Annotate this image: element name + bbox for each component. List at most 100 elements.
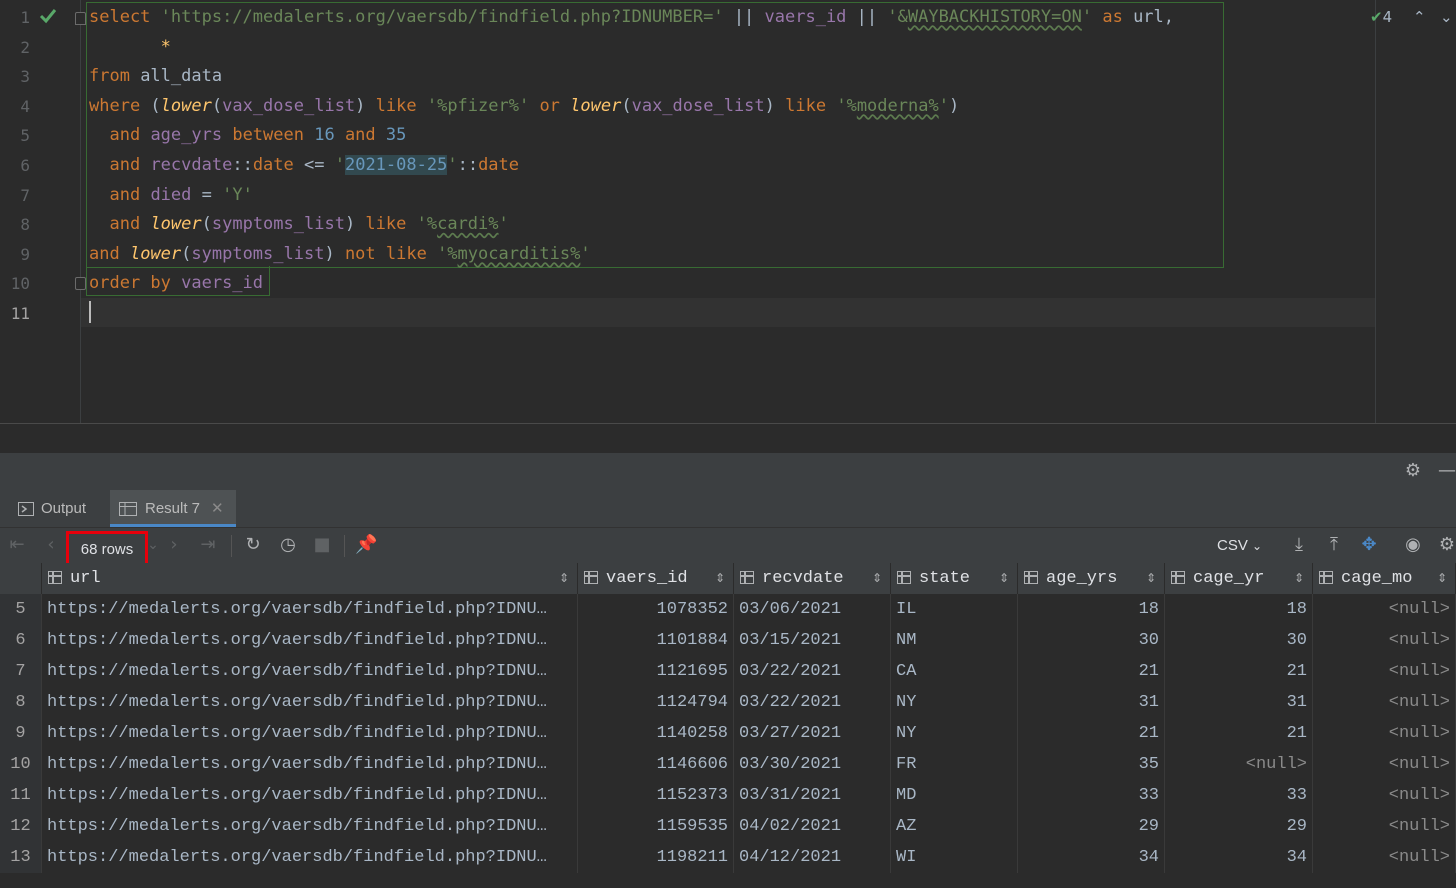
table-cell[interactable]: 35 bbox=[1018, 749, 1165, 780]
table-cell[interactable]: https://medalerts.org/vaersdb/findfield.… bbox=[42, 625, 578, 656]
pin-icon[interactable]: 📌 bbox=[355, 534, 377, 556]
table-row[interactable]: 10 https://medalerts.org/vaersdb/findfiel… bbox=[0, 749, 1456, 780]
table-cell[interactable]: 18 bbox=[1165, 594, 1313, 625]
table-cell[interactable]: 03/15/2021 bbox=[734, 625, 891, 656]
table-cell[interactable]: <null> bbox=[1313, 594, 1456, 625]
chevron-down-icon[interactable]: ⌄ bbox=[1440, 8, 1453, 26]
table-cell[interactable]: 04/12/2021 bbox=[734, 842, 891, 873]
table-cell[interactable]: <null> bbox=[1313, 749, 1456, 780]
table-cell[interactable]: 03/30/2021 bbox=[734, 749, 891, 780]
tab-result-7[interactable]: Result 7 ✕ bbox=[110, 490, 236, 527]
table-cell[interactable]: CA bbox=[891, 656, 1018, 687]
table-cell[interactable]: https://medalerts.org/vaersdb/findfield.… bbox=[42, 687, 578, 718]
inspections-widget[interactable]: ✔4 bbox=[1370, 8, 1392, 26]
last-page-icon[interactable]: ⇥ bbox=[197, 534, 219, 556]
table-cell[interactable]: https://medalerts.org/vaersdb/findfield.… bbox=[42, 594, 578, 625]
table-cell[interactable]: 1124794 bbox=[578, 687, 734, 718]
table-cell[interactable]: NM bbox=[891, 625, 1018, 656]
chevron-down-icon[interactable]: ⌄ bbox=[142, 534, 164, 556]
table-cell[interactable]: 03/27/2021 bbox=[734, 718, 891, 749]
table-cell[interactable]: MD bbox=[891, 780, 1018, 811]
table-cell[interactable]: <null> bbox=[1313, 811, 1456, 842]
table-row[interactable]: 8 https://medalerts.org/vaersdb/findfield… bbox=[0, 687, 1456, 718]
table-row[interactable]: 11 https://medalerts.org/vaersdb/findfiel… bbox=[0, 780, 1456, 811]
table-cell[interactable]: 1101884 bbox=[578, 625, 734, 656]
table-cell[interactable]: 29 bbox=[1165, 811, 1313, 842]
chevron-up-icon[interactable]: ⌃ bbox=[1413, 8, 1426, 26]
close-icon[interactable]: ✕ bbox=[211, 490, 224, 527]
table-row[interactable]: 12 https://medalerts.org/vaersdb/findfiel… bbox=[0, 811, 1456, 842]
table-cell[interactable]: 31 bbox=[1165, 687, 1313, 718]
table-cell[interactable]: AZ bbox=[891, 811, 1018, 842]
table-cell[interactable]: 29 bbox=[1018, 811, 1165, 842]
table-cell[interactable]: <null> bbox=[1165, 749, 1313, 780]
history-icon[interactable]: ◷ bbox=[277, 534, 299, 556]
table-cell[interactable]: 34 bbox=[1018, 842, 1165, 873]
table-cell[interactable]: WI bbox=[891, 842, 1018, 873]
previous-page-icon[interactable]: ‹ bbox=[40, 534, 62, 556]
table-cell[interactable]: IL bbox=[891, 594, 1018, 625]
eye-icon[interactable]: ◉ bbox=[1402, 534, 1424, 556]
table-cell[interactable]: 1140258 bbox=[578, 718, 734, 749]
table-cell[interactable]: https://medalerts.org/vaersdb/findfield.… bbox=[42, 780, 578, 811]
table-cell[interactable]: https://medalerts.org/vaersdb/findfield.… bbox=[42, 811, 578, 842]
first-page-icon[interactable]: ⇤ bbox=[6, 534, 28, 556]
result-grid[interactable]: url ⇕ vaers_id ⇕ recvdate ⇕ state ⇕ age_yrs ⇕ cage… bbox=[0, 563, 1456, 888]
table-row[interactable]: 13 https://medalerts.org/vaersdb/findfiel… bbox=[0, 842, 1456, 873]
table-cell[interactable]: 31 bbox=[1018, 687, 1165, 718]
tab-output[interactable]: Output bbox=[10, 490, 100, 527]
table-cell[interactable]: <null> bbox=[1313, 656, 1456, 687]
table-cell[interactable]: 03/22/2021 bbox=[734, 687, 891, 718]
refresh-icon[interactable]: ↻ bbox=[242, 534, 264, 556]
table-cell[interactable]: <null> bbox=[1313, 687, 1456, 718]
table-cell[interactable]: 1146606 bbox=[578, 749, 734, 780]
table-cell[interactable]: 34 bbox=[1165, 842, 1313, 873]
table-cell[interactable]: 04/02/2021 bbox=[734, 811, 891, 842]
table-cell[interactable]: 33 bbox=[1018, 780, 1165, 811]
export-format-select[interactable]: CSV ⌄ bbox=[1217, 528, 1262, 564]
table-cell[interactable]: 21 bbox=[1018, 718, 1165, 749]
table-cell[interactable]: 21 bbox=[1165, 656, 1313, 687]
stop-icon[interactable]: ■ bbox=[311, 534, 333, 556]
sql-editor[interactable]: 1 2 3 4 5 6 7 8 9 10 11 select 'https://medalerts.… bbox=[0, 0, 1456, 423]
table-cell[interactable]: NY bbox=[891, 687, 1018, 718]
table-cell[interactable]: 03/22/2021 bbox=[734, 656, 891, 687]
fold-marker-icon[interactable] bbox=[75, 12, 86, 25]
table-cell[interactable]: 21 bbox=[1165, 718, 1313, 749]
gear-icon[interactable]: ⚙ bbox=[1402, 460, 1424, 482]
table-cell[interactable]: 30 bbox=[1165, 625, 1313, 656]
table-cell[interactable]: NY bbox=[891, 718, 1018, 749]
table-cell[interactable]: 03/31/2021 bbox=[734, 780, 891, 811]
table-cell[interactable]: 30 bbox=[1018, 625, 1165, 656]
table-cell[interactable]: <null> bbox=[1313, 780, 1456, 811]
table-cell[interactable]: 1198211 bbox=[578, 842, 734, 873]
table-cell[interactable]: <null> bbox=[1313, 625, 1456, 656]
fold-marker-icon[interactable] bbox=[75, 277, 86, 290]
table-row[interactable]: 5 https://medalerts.org/vaersdb/findfield… bbox=[0, 594, 1456, 625]
table-cell[interactable]: 21 bbox=[1018, 656, 1165, 687]
compare-icon[interactable]: ✥ bbox=[1358, 534, 1380, 556]
minimize-icon[interactable]: — bbox=[1436, 460, 1456, 482]
panel-divider[interactable] bbox=[0, 423, 1456, 454]
settings-icon[interactable]: ⚙ bbox=[1436, 534, 1456, 556]
table-cell[interactable]: 03/06/2021 bbox=[734, 594, 891, 625]
table-cell[interactable]: 33 bbox=[1165, 780, 1313, 811]
table-cell[interactable]: https://medalerts.org/vaersdb/findfield.… bbox=[42, 718, 578, 749]
table-cell[interactable]: 1078352 bbox=[578, 594, 734, 625]
next-page-icon[interactable]: › bbox=[163, 534, 185, 556]
upload-icon[interactable]: ⤒ bbox=[1323, 534, 1345, 556]
table-row[interactable]: 9 https://medalerts.org/vaersdb/findfield… bbox=[0, 718, 1456, 749]
table-cell[interactable]: <null> bbox=[1313, 718, 1456, 749]
table-cell[interactable]: 1152373 bbox=[578, 780, 734, 811]
table-cell[interactable]: <null> bbox=[1313, 842, 1456, 873]
table-cell[interactable]: https://medalerts.org/vaersdb/findfield.… bbox=[42, 656, 578, 687]
table-cell[interactable]: https://medalerts.org/vaersdb/findfield.… bbox=[42, 749, 578, 780]
table-row[interactable]: 7 https://medalerts.org/vaersdb/findfield… bbox=[0, 656, 1456, 687]
download-icon[interactable]: ⤓ bbox=[1288, 534, 1310, 556]
table-row[interactable]: 6 https://medalerts.org/vaersdb/findfield… bbox=[0, 625, 1456, 656]
table-cell[interactable]: 1121695 bbox=[578, 656, 734, 687]
table-cell[interactable]: 18 bbox=[1018, 594, 1165, 625]
table-cell[interactable]: FR bbox=[891, 749, 1018, 780]
table-cell[interactable]: https://medalerts.org/vaersdb/findfield.… bbox=[42, 842, 578, 873]
table-cell[interactable]: 1159535 bbox=[578, 811, 734, 842]
